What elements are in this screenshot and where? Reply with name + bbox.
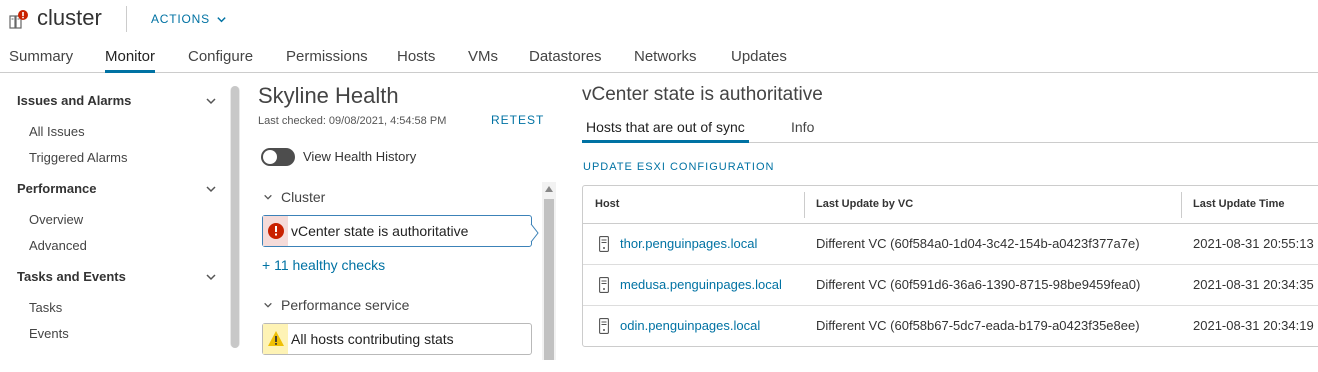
view-health-history-toggle[interactable]: [261, 148, 295, 166]
host-icon: [599, 236, 609, 252]
scrollbar-thumb[interactable]: [231, 86, 239, 348]
detail-tabs: Hosts that are out of sync Info: [582, 112, 1318, 143]
object-tabs: Summary Monitor Configure Permissions Ho…: [0, 44, 1318, 73]
actions-label: ACTIONS: [151, 12, 210, 26]
health-check-vcenter-authoritative[interactable]: vCenter state is authoritative: [262, 215, 532, 247]
last-update-cell: Different VC (60f58b67-5dc7-eada-b179-a0…: [816, 318, 1140, 333]
detail-title: vCenter state is authoritative: [582, 84, 823, 105]
column-resize-handle[interactable]: [804, 192, 805, 218]
table-row[interactable]: thor.penguinpages.local Different VC (60…: [583, 224, 1318, 265]
column-header-last-update-time[interactable]: Last Update Time: [1193, 198, 1285, 210]
health-group-label: Performance service: [281, 297, 410, 313]
nav-group-label: Issues and Alarms: [17, 93, 132, 108]
actions-menu-button[interactable]: ACTIONS: [151, 12, 227, 26]
tab-networks[interactable]: Networks: [634, 48, 697, 73]
sidebar-scrollbar[interactable]: [230, 86, 240, 348]
health-group-performance-service[interactable]: Performance service: [263, 297, 409, 313]
update-esxi-configuration-button[interactable]: UPDATE ESXI CONFIGURATION: [583, 161, 774, 173]
host-link[interactable]: thor.penguinpages.local: [620, 236, 757, 251]
tab-info[interactable]: Info: [791, 119, 814, 143]
last-update-cell: Different VC (60f584a0-1d04-3c42-154b-a0…: [816, 236, 1140, 251]
tab-permissions[interactable]: Permissions: [286, 48, 368, 73]
health-check-all-hosts-contributing-stats[interactable]: All hosts contributing stats: [262, 323, 532, 355]
chevron-down-icon: [206, 274, 216, 281]
selected-pointer-icon: [530, 224, 539, 242]
column-header-last-update-by-vc[interactable]: Last Update by VC: [816, 198, 913, 210]
healthy-checks-link[interactable]: + 11 healthy checks: [262, 257, 385, 273]
retest-button[interactable]: RETEST: [491, 113, 544, 127]
header-divider: [126, 6, 127, 32]
tab-hosts-out-of-sync[interactable]: Hosts that are out of sync: [582, 119, 749, 143]
tab-configure[interactable]: Configure: [188, 48, 253, 73]
hosts-out-of-sync-table: Host Last Update by VC Last Update Time …: [582, 185, 1318, 347]
error-icon: [263, 216, 288, 246]
column-resize-handle[interactable]: [1181, 192, 1182, 218]
page-title: cluster: [37, 5, 102, 30]
warning-icon: [263, 324, 288, 354]
tab-hosts[interactable]: Hosts: [397, 48, 435, 73]
last-update-time-cell: 2021-08-31 20:55:13: [1193, 236, 1314, 251]
chevron-down-icon: [206, 186, 216, 193]
nav-group-label: Tasks and Events: [17, 269, 126, 284]
host-link[interactable]: medusa.penguinpages.local: [620, 277, 782, 292]
nav-group-tasks-and-events[interactable]: Tasks and Events: [17, 269, 217, 284]
nav-item-advanced[interactable]: Advanced: [29, 238, 87, 253]
host-icon: [599, 318, 609, 334]
health-group-cluster[interactable]: Cluster: [263, 189, 325, 205]
chevron-down-icon: [264, 302, 272, 308]
nav-group-performance[interactable]: Performance: [17, 181, 217, 196]
tab-vms[interactable]: VMs: [468, 48, 498, 73]
health-list-scrollbar[interactable]: [542, 182, 556, 360]
last-checked-text: Last checked: 09/08/2021, 4:54:58 PM: [258, 115, 447, 127]
skyline-health-title: Skyline Health: [258, 83, 399, 108]
host-icon: [599, 277, 609, 293]
table-header: Host Last Update by VC Last Update Time: [583, 186, 1318, 224]
nav-group-issues-and-alarms[interactable]: Issues and Alarms: [17, 93, 217, 108]
chevron-down-icon: [264, 194, 272, 200]
object-header: cluster ACTIONS: [0, 0, 1318, 40]
nav-item-overview[interactable]: Overview: [29, 212, 83, 227]
tab-monitor[interactable]: Monitor: [105, 48, 156, 73]
health-check-label: vCenter state is authoritative: [291, 223, 469, 239]
nav-item-events[interactable]: Events: [29, 326, 69, 341]
nav-item-triggered-alarms[interactable]: Triggered Alarms: [29, 150, 128, 165]
nav-item-tasks[interactable]: Tasks: [29, 300, 62, 315]
last-update-time-cell: 2021-08-31 20:34:35: [1193, 277, 1314, 292]
scrollbar-thumb[interactable]: [544, 199, 554, 360]
health-group-label: Cluster: [281, 189, 326, 205]
scroll-up-icon[interactable]: [544, 185, 554, 193]
chevron-down-icon: [206, 98, 216, 105]
cluster-warning-icon: [9, 10, 28, 29]
toggle-knob: [263, 150, 277, 164]
table-row[interactable]: odin.penguinpages.local Different VC (60…: [583, 306, 1318, 346]
tab-summary[interactable]: Summary: [9, 48, 73, 73]
last-update-time-cell: 2021-08-31 20:34:19: [1193, 318, 1314, 333]
chevron-down-icon: [217, 16, 226, 22]
last-update-cell: Different VC (60f591d6-36a6-1390-8715-98…: [816, 277, 1141, 292]
nav-group-label: Performance: [17, 181, 97, 196]
column-header-host[interactable]: Host: [595, 198, 619, 210]
tab-updates[interactable]: Updates: [731, 48, 787, 73]
health-check-label: All hosts contributing stats: [291, 331, 454, 347]
nav-item-all-issues[interactable]: All Issues: [29, 124, 85, 139]
view-health-history-label: View Health History: [303, 149, 417, 164]
tab-datastores[interactable]: Datastores: [529, 48, 602, 73]
table-row[interactable]: medusa.penguinpages.local Different VC (…: [583, 265, 1318, 306]
host-link[interactable]: odin.penguinpages.local: [620, 318, 760, 333]
